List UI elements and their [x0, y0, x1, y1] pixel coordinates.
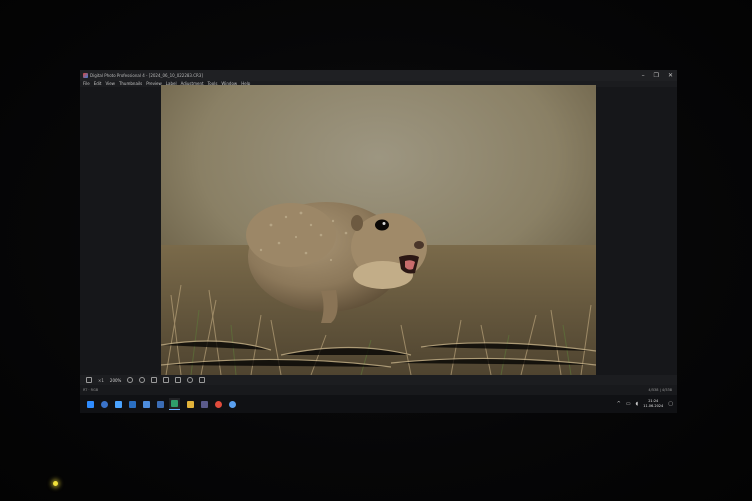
window-title: Digital Photo Professional 4 - [2024_06_…	[90, 73, 203, 78]
app-icon[interactable]	[201, 400, 208, 408]
taskbar: ^ ▭ ◖ 21:24 11.06.2024 ▢	[80, 395, 677, 413]
image-viewer[interactable]	[80, 85, 677, 375]
chrome-icon[interactable]	[215, 400, 222, 408]
zoom-in-icon[interactable]	[139, 377, 146, 383]
preview-photo[interactable]	[161, 85, 596, 375]
edge-icon[interactable]	[129, 400, 136, 408]
viewer-margin-right	[596, 87, 677, 375]
bottom-toolbar: ×1 200%	[80, 375, 677, 385]
clock[interactable]: 21:24 11.06.2024	[643, 399, 663, 409]
compare-icon[interactable]	[175, 377, 182, 383]
volume-icon[interactable]: ◖	[636, 401, 639, 407]
title-bar: Digital Photo Professional 4 - [2024_06_…	[80, 70, 677, 81]
mail-icon[interactable]	[143, 400, 150, 408]
monitor-bezel: Digital Photo Professional 4 - [2024_06_…	[0, 0, 752, 501]
photo-pro-icon	[171, 400, 178, 407]
cloud-icon[interactable]	[229, 400, 236, 408]
screen: Digital Photo Professional 4 - [2024_06_…	[80, 70, 677, 413]
task-view-icon[interactable]	[115, 400, 122, 408]
viewer-margin-left	[80, 87, 161, 375]
image-counter: 4/538 | 4/538	[648, 388, 672, 392]
crop-icon[interactable]	[151, 377, 158, 383]
window-controls: – ❒ ✕	[642, 70, 673, 81]
ground-squirrel-photo	[161, 85, 596, 375]
minimize-button[interactable]: –	[642, 70, 645, 81]
store-icon[interactable]	[157, 400, 164, 408]
settings-icon[interactable]	[187, 377, 194, 383]
zoom-out-icon[interactable]	[127, 377, 134, 383]
status-info: RT · RGB	[83, 388, 99, 392]
clock-date: 11.06.2024	[643, 404, 664, 408]
start-icon[interactable]	[87, 400, 94, 408]
power-led	[53, 481, 58, 486]
grid-icon[interactable]	[163, 377, 170, 383]
app-logo-icon	[83, 73, 88, 78]
chevron-up-icon[interactable]: ^	[617, 401, 621, 407]
search-icon[interactable]	[101, 400, 108, 408]
panel-icon[interactable]	[199, 377, 206, 383]
system-tray: ^ ▭ ◖ 21:24 11.06.2024 ▢	[617, 395, 673, 413]
maximize-button[interactable]: ❒	[654, 70, 659, 81]
zoom-level[interactable]: 200%	[110, 378, 121, 383]
explorer-icon[interactable]	[187, 400, 194, 408]
close-button[interactable]: ✕	[668, 70, 673, 81]
zoom-prefix[interactable]: ×1	[98, 378, 104, 383]
notification-icon[interactable]: ▢	[668, 401, 673, 407]
network-icon[interactable]: ▭	[626, 401, 631, 407]
fit-icon[interactable]	[86, 377, 92, 383]
photo-pro-taskbar-button[interactable]	[169, 398, 180, 410]
status-bar: RT · RGB 4/538 | 4/538	[80, 385, 677, 395]
